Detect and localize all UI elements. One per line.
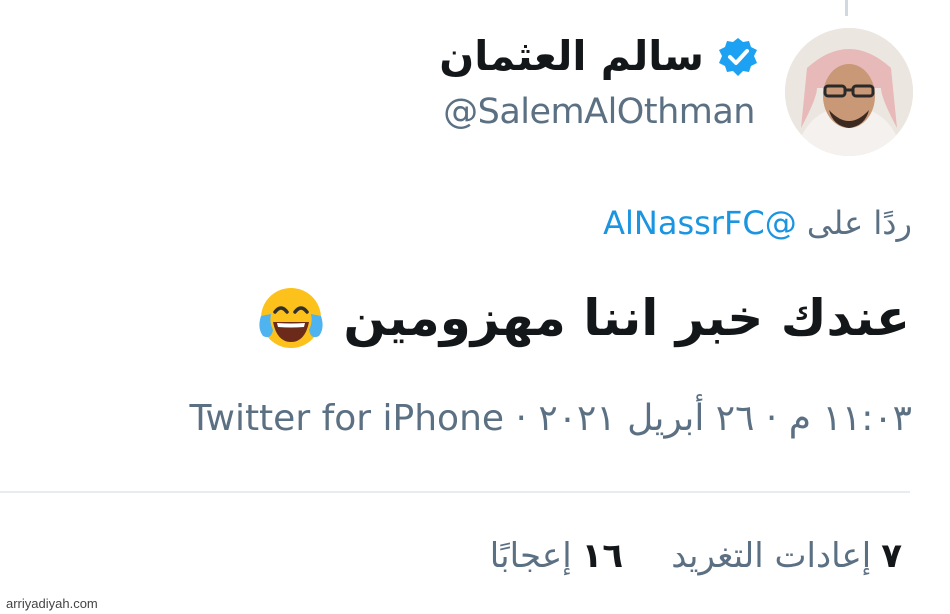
retweets-label: إعادات التغريد <box>671 536 872 576</box>
likes-label: إعجابًا <box>489 536 572 576</box>
author-name-row: سالم العثمان <box>439 36 758 77</box>
divider <box>0 491 910 493</box>
avatar-image <box>785 28 913 156</box>
source-watermark: arriyadiyah.com <box>6 596 98 611</box>
tweet-timestamp-source[interactable]: ١١:٠٣ م · ٢٦ أبريل ٢٠٢١ · Twitter for iP… <box>189 398 912 439</box>
avatar[interactable] <box>785 28 913 156</box>
tweet-text: عندك خبر اننا مهزومين <box>343 288 910 347</box>
engagement-stats: ٧ إعادات التغريد ١٦ إعجابًا <box>490 536 902 576</box>
face-with-tears-of-joy-icon <box>255 282 327 354</box>
reply-prefix: ردًا على <box>806 204 912 242</box>
tweet-body: عندك خبر اننا مهزومين <box>255 282 910 354</box>
reply-context: ردًا على @AlNassrFC <box>603 204 912 242</box>
verified-badge-icon <box>718 37 758 77</box>
author-handle[interactable]: @SalemAlOthman <box>443 92 755 132</box>
likes-stat[interactable]: ١٦ إعجابًا <box>490 536 623 576</box>
author-display-name[interactable]: سالم العثمان <box>439 36 704 77</box>
likes-count: ١٦ <box>581 536 624 576</box>
retweets-stat[interactable]: ٧ إعادات التغريد <box>671 536 902 576</box>
reply-mention-link[interactable]: @AlNassrFC <box>603 204 797 242</box>
retweets-count: ٧ <box>881 536 902 576</box>
thread-connector-line <box>845 0 848 16</box>
